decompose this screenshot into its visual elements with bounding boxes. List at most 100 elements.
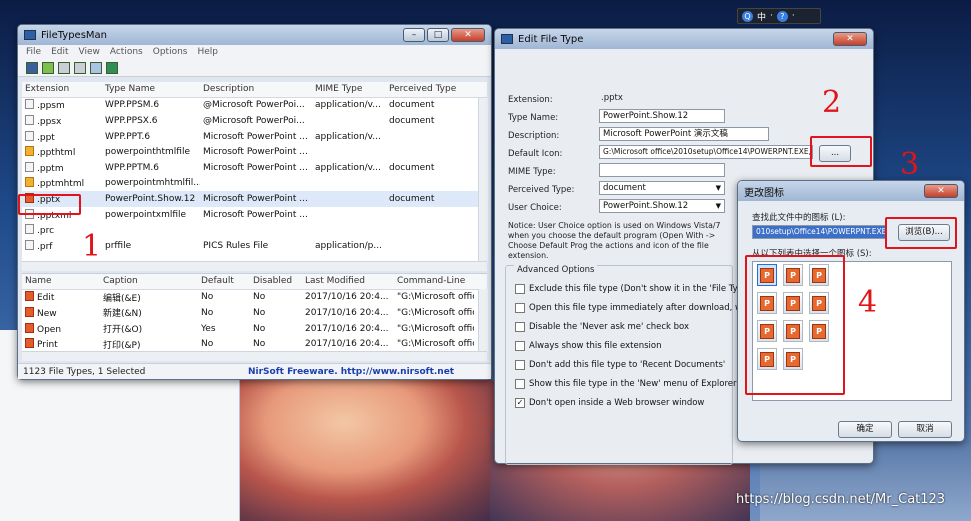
- user-choice-select[interactable]: PowerPoint.Show.12: [599, 199, 725, 213]
- perceived-type-select[interactable]: document: [599, 181, 725, 195]
- table-row[interactable]: .ppt WPP.PPT.6 Microsoft PowerPoint ... app…: [22, 129, 487, 145]
- extension-cell: .ppsm: [22, 99, 102, 111]
- menu-item-actions[interactable]: Actions: [110, 47, 143, 57]
- ime-mode-label[interactable]: 中: [757, 10, 766, 23]
- table-row[interactable]: New 新建(&N) No No 2017/10/16 20:4... "G:\Micro…: [22, 305, 487, 321]
- menu-item-edit[interactable]: Edit: [51, 47, 68, 57]
- cell-text: No: [253, 339, 266, 350]
- cell-text: powerpointxmlfile: [105, 209, 187, 220]
- vertical-scrollbar[interactable]: [478, 98, 488, 262]
- close-button[interactable]: ✕: [451, 28, 485, 42]
- dialog-titlebar[interactable]: 更改图标 ✕: [738, 181, 964, 201]
- close-button[interactable]: ✕: [833, 32, 867, 46]
- minimize-button[interactable]: –: [403, 28, 425, 42]
- dialog-titlebar[interactable]: Edit File Type ✕: [495, 29, 873, 49]
- table-cell: 2017/10/16 20:4...: [302, 339, 394, 349]
- table-row[interactable]: .pptm WPP.PPTM.6 Microsoft PowerPoint ... a…: [22, 160, 487, 176]
- checkbox-box[interactable]: [515, 360, 525, 370]
- column-header[interactable]: Description: [200, 84, 312, 94]
- dialog-title: Edit File Type: [518, 33, 584, 45]
- column-header[interactable]: Caption: [100, 276, 198, 286]
- table-row[interactable]: Edit 编辑(&E) No No 2017/10/16 20:4... "G:\Micr…: [22, 290, 487, 306]
- help-icon[interactable]: ?: [776, 10, 788, 22]
- table-row[interactable]: .ppthtml powerpointhtmlfile Microsoft Powe…: [22, 144, 487, 160]
- ime-icon[interactable]: Q: [742, 10, 753, 22]
- language-bar[interactable]: Q 中 · ? ·: [737, 8, 821, 24]
- table-cell: 打印(&P): [100, 338, 198, 351]
- table-header: Extension Type Name Description MIME Type Pe…: [22, 82, 487, 98]
- default-icon-field[interactable]: G:\Microsoft office\2010setup\Office14\P…: [599, 145, 813, 159]
- annotation-box-2: [810, 136, 872, 167]
- table-row[interactable]: .ppsx WPP.PPSX.6 @Microsoft PowerPoi... doc…: [22, 113, 487, 129]
- maximize-button[interactable]: □: [427, 28, 449, 42]
- cell-text: WPP.PPSX.6: [105, 115, 158, 126]
- menu-item-help[interactable]: Help: [197, 47, 218, 57]
- save-icon[interactable]: [26, 61, 38, 74]
- cancel-button[interactable]: 取消: [898, 421, 952, 438]
- table-row[interactable]: .pptx PowerPoint.Show.12 Microsoft PowerPo…: [22, 191, 487, 207]
- description-field[interactable]: Microsoft PowerPoint 演示文稿: [599, 127, 769, 141]
- find-icon[interactable]: [90, 61, 102, 74]
- checkbox-box[interactable]: [515, 341, 525, 351]
- table-cell: document: [386, 163, 476, 173]
- column-header[interactable]: Command-Line: [394, 276, 474, 286]
- cell-text: prffile: [105, 240, 132, 251]
- table-row[interactable]: Print 打印(&P) No No 2017/10/16 20:4... "G:\Mic…: [22, 336, 487, 352]
- column-header[interactable]: MIME Type: [312, 84, 386, 94]
- action-icon: [25, 322, 34, 333]
- window-title: FileTypesMan: [41, 29, 108, 41]
- table-cell: 2017/10/16 20:4...: [302, 324, 394, 334]
- horizontal-scrollbar[interactable]: [22, 351, 487, 361]
- column-header[interactable]: Last Modified: [302, 276, 394, 286]
- nirsoft-link[interactable]: NirSoft Freeware. http://www.nirsoft.net: [248, 367, 454, 377]
- table-cell: New: [22, 306, 100, 319]
- menu-item-view[interactable]: View: [79, 47, 100, 57]
- table-cell: prffile: [102, 241, 200, 251]
- option-label: Show this file type in the 'New' menu of…: [529, 379, 737, 389]
- table-row[interactable]: .ppsm WPP.PPSM.6 @Microsoft PowerPoi... app…: [22, 98, 487, 114]
- exit-icon[interactable]: [106, 61, 118, 74]
- copy-icon[interactable]: [58, 61, 70, 74]
- properties-icon[interactable]: [74, 61, 86, 74]
- column-header[interactable]: Type Name: [102, 84, 200, 94]
- cell-text: PICS Rules File: [203, 240, 269, 251]
- table-cell: @Microsoft PowerPoi...: [200, 100, 312, 110]
- mime-field[interactable]: [599, 163, 725, 177]
- close-button[interactable]: ✕: [924, 184, 958, 198]
- menu-item-file[interactable]: File: [26, 47, 41, 57]
- extension-cell: .pptm: [22, 161, 102, 174]
- checkbox-box[interactable]: ✓: [515, 398, 525, 408]
- column-header[interactable]: Default: [198, 276, 250, 286]
- option-checkbox[interactable]: Show this file type in the 'New' menu of…: [515, 379, 736, 389]
- table-cell: 2017/10/16 20:4...: [302, 292, 394, 302]
- vertical-scrollbar[interactable]: [478, 289, 488, 352]
- action-icon: [25, 291, 34, 302]
- column-header[interactable]: Name: [22, 276, 100, 286]
- option-checkbox[interactable]: Don't add this file type to 'Recent Docu…: [515, 360, 725, 370]
- option-checkbox[interactable]: Disable the 'Never ask me' check box: [515, 322, 689, 332]
- checkbox-box[interactable]: [515, 303, 525, 313]
- column-header[interactable]: Disabled: [250, 276, 302, 286]
- annotation-box-4: [745, 255, 845, 395]
- option-checkbox[interactable]: Always show this file extension: [515, 341, 661, 351]
- checkbox-box[interactable]: [515, 284, 525, 294]
- table-row[interactable]: Open 打开(&O) Yes No 2017/10/16 20:4... "G:\Mic…: [22, 321, 487, 337]
- cell-text: application/v...: [315, 131, 381, 142]
- column-header[interactable]: Perceived Type: [386, 84, 476, 94]
- table-row[interactable]: .pptmhtml powerpointmhtmlfil...: [22, 176, 487, 192]
- menu-item-options[interactable]: Options: [153, 47, 188, 57]
- table-row[interactable]: .pptxml powerpointxmlfile Microsoft PowerP…: [22, 207, 487, 223]
- checkbox-box[interactable]: [515, 379, 525, 389]
- icon-file-path-field[interactable]: 010setup\Office14\POWERPNT.EXE: [752, 225, 886, 239]
- checkbox-box[interactable]: [515, 322, 525, 332]
- table-cell: WPP.PPSM.6: [102, 100, 200, 110]
- option-checkbox[interactable]: ✓ Don't open inside a Web browser window: [515, 398, 704, 408]
- window-titlebar[interactable]: FileTypesMan – □ ✕: [18, 25, 491, 45]
- column-header[interactable]: Extension: [22, 84, 102, 94]
- filetypesman-window: FileTypesMan – □ ✕ File Edit View Actions Op…: [17, 24, 492, 380]
- wallpaper-image: [240, 380, 500, 521]
- cell-text: powerpointmhtmlfil...: [105, 178, 200, 189]
- refresh-icon[interactable]: [42, 61, 54, 74]
- ok-button[interactable]: 确定: [838, 421, 892, 438]
- type-name-field[interactable]: PowerPoint.Show.12: [599, 109, 725, 123]
